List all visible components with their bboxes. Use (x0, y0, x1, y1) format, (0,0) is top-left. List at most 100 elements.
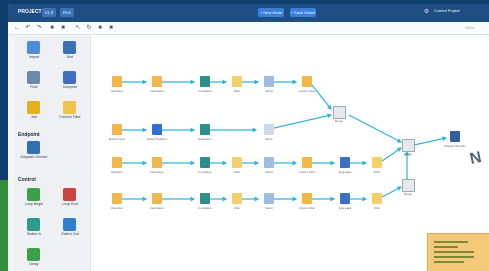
node-label: Correlation (198, 89, 212, 93)
new-node-button[interactable]: + New Node (258, 8, 284, 17)
node-filter[interactable] (372, 157, 382, 168)
node-label: Merge (404, 192, 412, 196)
palette-compute[interactable]: Compute (55, 70, 85, 94)
node-label: Correlation (198, 206, 212, 210)
version-badge[interactable]: v1.0 (42, 8, 56, 17)
node-palette: Import Sort Rule Compute Join Column Fil… (14, 36, 91, 271)
palette-join[interactable]: Join (19, 100, 49, 124)
column-icon (63, 101, 76, 114)
node-file[interactable] (112, 193, 122, 204)
monitor-icon (27, 141, 40, 154)
run-badge[interactable]: Run (60, 8, 74, 17)
merge-node[interactable] (402, 139, 415, 152)
node-label: Operation (110, 89, 124, 93)
zoom-out-icon[interactable]: ■ (59, 24, 67, 32)
node-label: Calculation (150, 170, 164, 174)
node-label: Model Import (108, 137, 126, 141)
node-label: Model Prediction (146, 137, 168, 141)
node-label: Filter (233, 89, 241, 93)
zoom-in-icon[interactable]: ■ (48, 24, 56, 32)
palette-sort[interactable]: Sort (55, 40, 85, 64)
palette-label: Rule (30, 85, 38, 89)
node-label: Operation (110, 206, 124, 210)
palette-label: Compute (62, 85, 78, 89)
node-filter[interactable] (372, 193, 382, 204)
palette-label: Column Filter (59, 115, 81, 119)
node-label: Merge (335, 119, 343, 123)
node-label: Select (265, 206, 273, 210)
run-icon[interactable]: ■ (96, 24, 104, 32)
node-column-filter[interactable] (302, 193, 312, 204)
node-label: Select (265, 170, 273, 174)
merge-node[interactable] (333, 106, 346, 119)
pause-icon (27, 248, 40, 261)
node-model-import[interactable] (112, 124, 122, 135)
palette-label: Sort (66, 55, 74, 59)
node-filter[interactable] (232, 76, 242, 87)
node-dispatch-output[interactable] (450, 131, 460, 142)
join-icon (27, 101, 40, 114)
palette-dispatch-service[interactable]: Dispatch Service (19, 140, 49, 164)
palette-loop-begin[interactable]: Loop Begin (19, 187, 49, 211)
minimap-row (434, 256, 474, 258)
node-file[interactable] (112, 76, 122, 87)
node-select[interactable] (264, 76, 274, 87)
node-select[interactable] (264, 193, 274, 204)
node-label: Merge (404, 152, 412, 156)
minimap-row (434, 251, 474, 253)
node-column-filter[interactable] (302, 157, 312, 168)
node-select[interactable] (264, 157, 274, 168)
switch-icon (27, 218, 40, 231)
redo-icon[interactable]: ↷ (35, 24, 43, 32)
node-file[interactable] (152, 76, 162, 87)
minimap[interactable] (427, 233, 489, 271)
node-file[interactable] (112, 157, 122, 168)
triangle-icon (63, 188, 76, 201)
cursor-icon[interactable]: ↖ (74, 24, 82, 32)
node-label: Filter (373, 170, 381, 174)
list-icon (27, 71, 40, 84)
node-monitor[interactable] (200, 157, 210, 168)
palette-import[interactable]: Import (19, 40, 49, 64)
palette-delay[interactable]: Delay (19, 247, 49, 271)
palette-label: Import (28, 55, 40, 59)
triangle-icon (27, 188, 40, 201)
node-file[interactable] (152, 157, 162, 168)
node-label: Filter (233, 170, 241, 174)
current-project-label[interactable]: Current Project (434, 9, 460, 13)
node-filter[interactable] (232, 193, 242, 204)
palette-switch-in[interactable]: Switch In (19, 217, 49, 241)
palette-column-filter[interactable]: Column Filter (55, 100, 85, 124)
node-aggregate[interactable] (340, 193, 350, 204)
title-bar: PROJECT v1.0 Run + New Node + Save Model… (8, 4, 489, 22)
palette-switch-out[interactable]: Switch Out (55, 217, 85, 241)
refresh-icon[interactable]: ↻ (85, 24, 93, 32)
palette-rule[interactable]: Rule (19, 70, 49, 94)
minimap-row (434, 261, 464, 263)
node-column-filter[interactable] (302, 76, 312, 87)
settings-icon[interactable]: ⚙ (422, 7, 431, 17)
node-monitor[interactable] (200, 193, 210, 204)
sigma-icon (63, 71, 76, 84)
minimap-row (434, 246, 458, 248)
node-filter[interactable] (232, 157, 242, 168)
node-aggregate[interactable] (340, 157, 350, 168)
node-label: Operation (110, 170, 124, 174)
node-file[interactable] (152, 193, 162, 204)
node-label: Dispatch Results (444, 144, 466, 148)
node-monitor[interactable] (200, 124, 210, 135)
node-model-prediction[interactable] (152, 124, 162, 135)
node-label: Aggregate (338, 170, 352, 174)
palette-label: Loop End (62, 202, 78, 206)
undo-icon[interactable]: ↶ (24, 24, 32, 32)
back-icon[interactable]: ← (13, 24, 21, 32)
merge-node[interactable] (402, 179, 415, 192)
stop-icon[interactable]: ■ (107, 24, 115, 32)
node-label: Filter (373, 206, 381, 210)
switch-icon (63, 218, 76, 231)
palette-label: Delay (29, 262, 39, 266)
palette-loop-end[interactable]: Loop End (55, 187, 85, 211)
save-model-button[interactable]: + Save Model (290, 8, 316, 17)
node-monitor[interactable] (200, 76, 210, 87)
node-score[interactable] (264, 124, 274, 135)
